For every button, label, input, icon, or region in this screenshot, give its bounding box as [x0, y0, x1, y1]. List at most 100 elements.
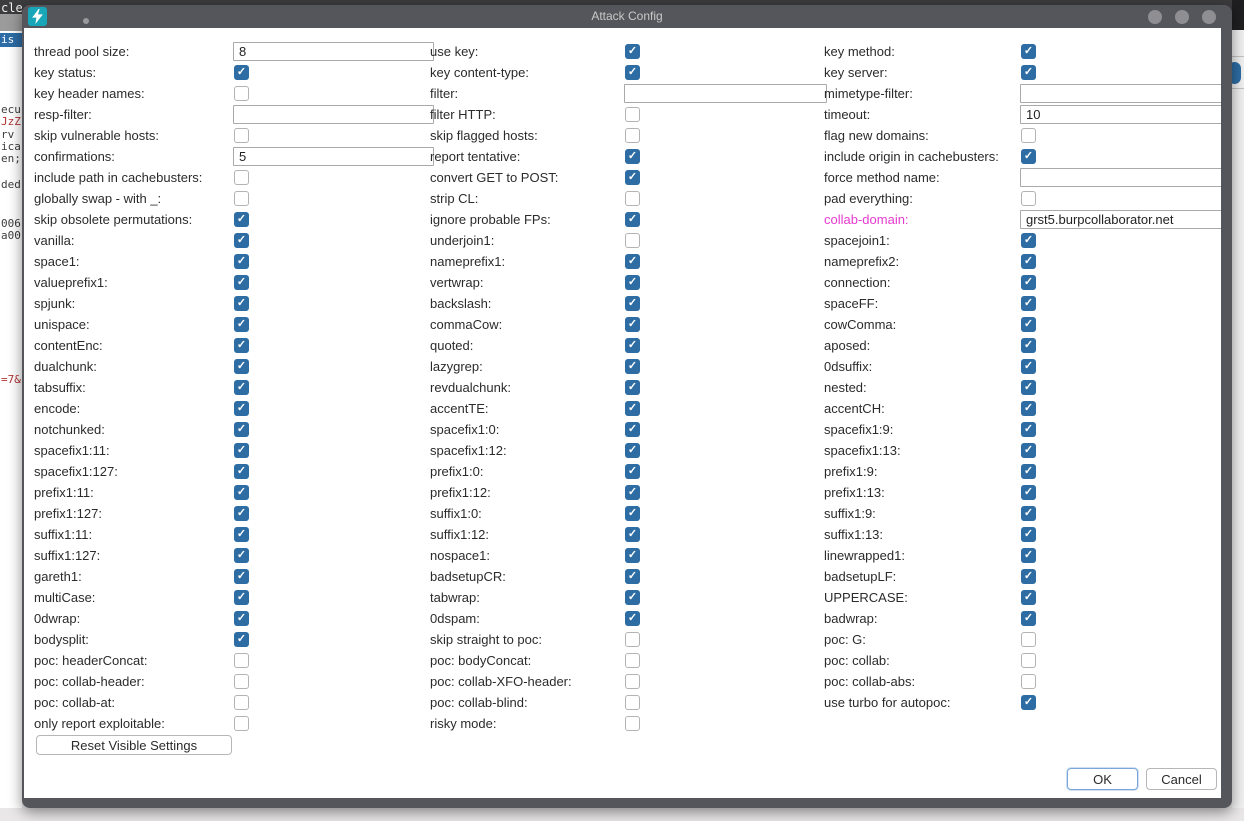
divider [1232, 88, 1244, 89]
config-row: badsetupLF: ✓ [24, 566, 1221, 587]
checkbox[interactable]: ✓ [1021, 485, 1036, 500]
checkbox[interactable]: ✓ [1021, 317, 1036, 332]
config-label: connection: [824, 272, 891, 293]
config-label: suffix1:13: [824, 524, 883, 545]
config-label: linewrapped1: [824, 545, 905, 566]
config-row: spacefix1:13: ✓ [24, 440, 1221, 461]
checkbox[interactable]: ✓ [1021, 443, 1036, 458]
config-row: collab-domain: [24, 209, 1221, 230]
config-label: prefix1:13: [824, 482, 885, 503]
config-row: connection: ✓ [24, 272, 1221, 293]
config-row: poc: collab-abs: [24, 671, 1221, 692]
background-text-fragment: is c [0, 33, 22, 47]
background-toolbar-sliver [0, 14, 22, 31]
config-label: spacejoin1: [824, 230, 890, 251]
background-right-strip [1232, 28, 1244, 808]
config-row: suffix1:9:✓ [24, 503, 1221, 524]
config-row: cowComma: ✓ [24, 314, 1221, 335]
config-row: include origin in cachebusters: ✓ [24, 146, 1221, 167]
text-input[interactable] [1020, 105, 1221, 124]
config-label: UPPERCASE: [824, 587, 908, 608]
config-label: key server: [824, 62, 888, 83]
titlebar[interactable]: Attack Config [22, 5, 1232, 28]
config-label: accentCH: [824, 398, 885, 419]
checkbox[interactable] [1021, 191, 1036, 206]
text-input[interactable] [1020, 210, 1221, 229]
config-row: prefix1:13: ✓ [24, 482, 1221, 503]
window-button-minimize[interactable] [1148, 10, 1162, 24]
checkbox[interactable] [1021, 653, 1036, 668]
config-label: 0dsuffix: [824, 356, 872, 377]
checkbox[interactable]: ✓ [1021, 548, 1036, 563]
config-row: spaceFF:✓ [24, 293, 1221, 314]
ok-button[interactable]: OK [1067, 768, 1138, 790]
reset-visible-settings-button[interactable]: Reset Visible Settings [36, 735, 232, 755]
config-label: badwrap: [824, 608, 877, 629]
config-label: include origin in cachebusters: [824, 146, 999, 167]
checkbox[interactable]: ✓ [1021, 506, 1036, 521]
checkbox[interactable]: ✓ [1021, 611, 1036, 626]
config-row: prefix1:9: ✓ [24, 461, 1221, 482]
config-row: timeout: [24, 104, 1221, 125]
checkbox[interactable]: ✓ [1021, 695, 1036, 710]
config-row: risky mode: [24, 713, 1221, 734]
checkbox[interactable] [625, 716, 640, 731]
checkbox[interactable]: ✓ [1021, 338, 1036, 353]
config-label: collab-domain: [824, 209, 909, 230]
checkbox[interactable]: ✓ [1021, 527, 1036, 542]
config-label: nameprefix2: [824, 251, 899, 272]
config-label: pad everything: [824, 188, 913, 209]
config-label: spacefix1:13: [824, 440, 901, 461]
config-label: timeout: [824, 104, 870, 125]
config-label: badsetupLF: [824, 566, 896, 587]
config-label: spacefix1:9: [824, 419, 893, 440]
window-controls [1148, 10, 1216, 24]
config-row: linewrapped1: ✓ [24, 545, 1221, 566]
checkbox[interactable] [1021, 632, 1036, 647]
config-row: pad everything: [24, 188, 1221, 209]
checkbox[interactable]: ✓ [1021, 359, 1036, 374]
checkbox[interactable]: ✓ [1021, 422, 1036, 437]
checkbox[interactable]: ✓ [1021, 44, 1036, 59]
background-corner [1232, 0, 1244, 30]
config-label: poc: G: [824, 629, 866, 650]
checkbox[interactable]: ✓ [1021, 569, 1036, 584]
config-label: key method: [824, 41, 895, 62]
divider [1232, 56, 1244, 57]
config-row: nameprefix2: ✓ [24, 251, 1221, 272]
text-input[interactable] [1020, 168, 1221, 187]
checkbox[interactable]: ✓ [1021, 254, 1036, 269]
background-text-fragment: en; [1, 152, 21, 165]
cancel-button[interactable]: Cancel [1146, 768, 1217, 790]
window-button-close[interactable] [1202, 10, 1216, 24]
config-row: spacejoin1: ✓ [24, 230, 1221, 251]
checkbox[interactable] [1021, 674, 1036, 689]
config-row: poc: collab: [24, 650, 1221, 671]
config-label: mimetype-filter: [824, 83, 913, 104]
checkbox[interactable]: ✓ [1021, 149, 1036, 164]
config-row: mimetype-filter: [24, 83, 1221, 104]
dialog-content: thread pool size:key status:✓key header … [24, 28, 1221, 798]
config-label: cowComma: [824, 314, 896, 335]
config-label: nested: [824, 377, 867, 398]
config-row: nested: ✓ [24, 377, 1221, 398]
checkbox[interactable]: ✓ [1021, 401, 1036, 416]
checkbox[interactable]: ✓ [1021, 275, 1036, 290]
checkbox[interactable]: ✓ [1021, 65, 1036, 80]
config-label: aposed: [824, 335, 870, 356]
checkbox[interactable] [1021, 128, 1036, 143]
config-row: use turbo for autopoc: ✓ [24, 692, 1221, 713]
config-label: prefix1:9: [824, 461, 877, 482]
checkbox[interactable]: ✓ [1021, 380, 1036, 395]
attack-config-dialog: Attack Config thread pool size:key statu… [22, 5, 1232, 808]
checkbox[interactable]: ✓ [1021, 590, 1036, 605]
config-label: use turbo for autopoc: [824, 692, 950, 713]
checkbox[interactable]: ✓ [1021, 464, 1036, 479]
config-row: UPPERCASE: ✓ [24, 587, 1221, 608]
config-label: force method name: [824, 167, 940, 188]
text-input[interactable] [1020, 84, 1221, 103]
config-row: 0dsuffix: ✓ [24, 356, 1221, 377]
checkbox[interactable]: ✓ [1021, 296, 1036, 311]
window-button-maximize[interactable] [1175, 10, 1189, 24]
checkbox[interactable]: ✓ [1021, 233, 1036, 248]
